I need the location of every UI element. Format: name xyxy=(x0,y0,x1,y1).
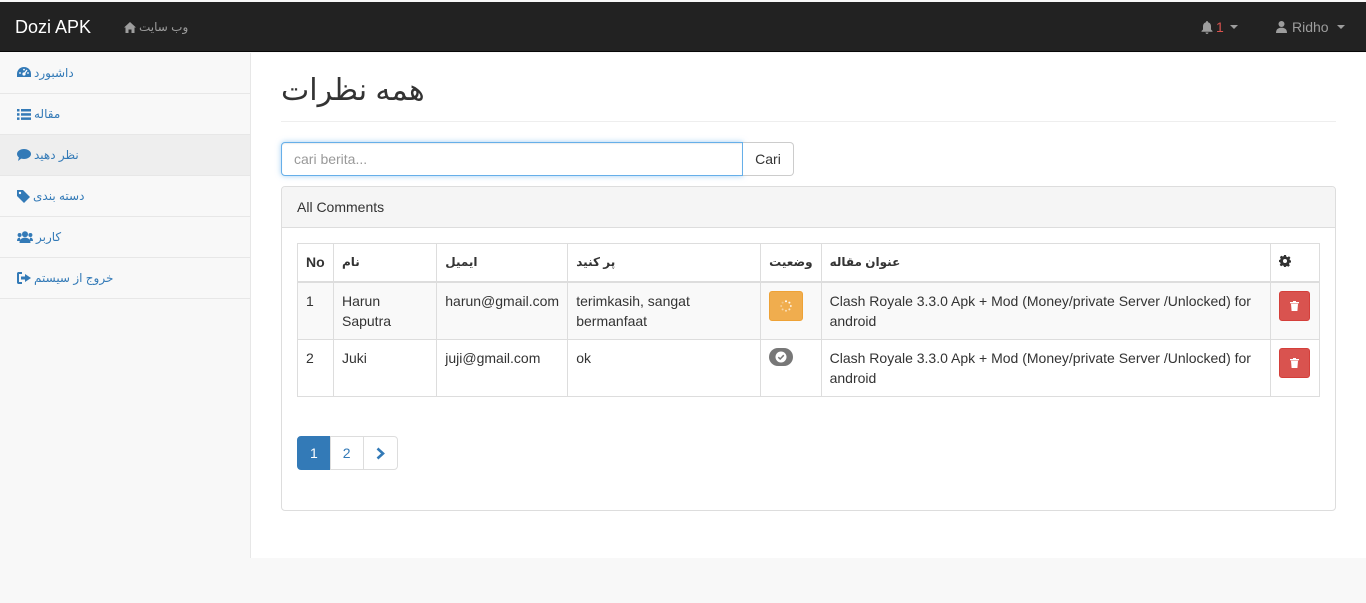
sidebar-item-dashboard[interactable]: داشبورد xyxy=(0,53,250,94)
column-header-status: وضعیت xyxy=(760,243,822,283)
comments-panel: All Comments No نام ایمیل پر کنید وضعیت … xyxy=(281,186,1336,511)
list-icon xyxy=(17,108,31,120)
website-link[interactable]: وب سایت xyxy=(124,2,188,52)
comments-table: No نام ایمیل پر کنید وضعیت عنوان مقاله 1… xyxy=(297,243,1321,397)
top-navbar: Dozi APK وب سایت 1 Ridho xyxy=(0,2,1366,52)
cell-email: juji@gmail.com xyxy=(436,338,569,397)
status-approved-badge[interactable] xyxy=(769,347,794,366)
sidebar-item-logout[interactable]: خروج از سیستم xyxy=(0,258,250,299)
cell-email: harun@gmail.com xyxy=(436,281,569,340)
comment-icon xyxy=(17,149,31,161)
notifications-dropdown[interactable]: 1 xyxy=(1201,2,1238,52)
table-header-row: No نام ایمیل پر کنید وضعیت عنوان مقاله xyxy=(297,243,1321,283)
status-pending-button[interactable] xyxy=(769,290,804,321)
cell-article: Clash Royale 3.3.0 Apk + Mod (Money/priv… xyxy=(820,338,1271,397)
brand-logo[interactable]: Dozi APK xyxy=(15,2,91,52)
dashboard-icon xyxy=(17,67,31,77)
column-header-name: نام xyxy=(332,243,438,283)
cell-status xyxy=(760,338,822,397)
cell-status xyxy=(760,281,822,340)
column-header-actions xyxy=(1269,243,1321,283)
sidebar-item-label: نظر دهید xyxy=(34,148,79,162)
sidebar-item-comments[interactable]: نظر دهید xyxy=(0,135,250,176)
cell-name: Harun Saputra xyxy=(332,281,438,340)
gear-icon xyxy=(1278,254,1291,267)
page-title: همه نظرات xyxy=(281,74,425,107)
pagination: 1 2 xyxy=(297,436,398,470)
sidebar-item-label: داشبورد xyxy=(34,66,74,80)
page-link-2[interactable]: 2 xyxy=(329,436,364,470)
title-divider xyxy=(281,121,1336,122)
chevron-down-icon xyxy=(1229,25,1238,29)
tag-icon xyxy=(17,189,30,203)
cell-no: 1 xyxy=(297,281,334,340)
search-input[interactable] xyxy=(281,142,743,176)
search-button[interactable]: Cari xyxy=(743,142,794,176)
trash-icon xyxy=(1289,300,1299,311)
sidebar-item-users[interactable]: کاربر xyxy=(0,217,250,258)
users-icon xyxy=(17,231,33,243)
cell-comment: terimkasih, sangat bermanfaat xyxy=(567,281,762,340)
user-dropdown[interactable]: Ridho xyxy=(1276,2,1345,52)
panel-heading: All Comments xyxy=(282,187,1335,228)
page-link-1[interactable]: 1 xyxy=(297,436,331,470)
user-icon xyxy=(1276,21,1287,33)
cell-article: Clash Royale 3.3.0 Apk + Mod (Money/priv… xyxy=(820,281,1271,340)
sidebar-item-label: دسته بندی xyxy=(33,189,85,203)
column-header-no: No xyxy=(297,243,334,283)
sign-out-icon xyxy=(17,272,31,284)
next-page-button[interactable] xyxy=(362,436,398,470)
cell-no: 2 xyxy=(297,338,334,397)
chevron-right-icon xyxy=(376,447,385,459)
delete-button[interactable] xyxy=(1278,347,1310,378)
table-row: 1 Harun Saputra harun@gmail.com terimkas… xyxy=(297,281,1321,340)
column-header-comment: پر کنید xyxy=(567,243,762,283)
column-header-article: عنوان مقاله xyxy=(820,243,1271,283)
sidebar-item-label: خروج از سیستم xyxy=(34,271,114,285)
chevron-down-icon xyxy=(1336,25,1345,29)
sidebar-item-articles[interactable]: مقاله xyxy=(0,94,250,135)
sidebar: داشبورد مقاله نظر دهید دسته بندی کاربر خ… xyxy=(0,53,251,558)
page-wrapper: همه نظرات Cari All Comments No نام ایمیل… xyxy=(251,53,1366,558)
column-header-email: ایمیل xyxy=(436,243,569,283)
user-name: Ridho xyxy=(1292,19,1329,35)
notification-count: 1 xyxy=(1216,19,1224,35)
bell-icon xyxy=(1201,20,1213,34)
delete-button[interactable] xyxy=(1278,290,1310,321)
sidebar-item-categories[interactable]: دسته بندی xyxy=(0,176,250,217)
cell-actions xyxy=(1269,338,1321,397)
spinner-icon xyxy=(780,299,792,312)
cell-name: Juki xyxy=(332,338,438,397)
cell-comment: ok xyxy=(567,338,762,397)
sidebar-item-label: مقاله xyxy=(34,107,61,121)
trash-icon xyxy=(1289,357,1299,368)
check-circle-icon xyxy=(775,351,787,362)
sidebar-item-label: کاربر xyxy=(36,230,62,244)
table-row: 2 Juki juji@gmail.com ok Clash Royale 3.… xyxy=(297,338,1321,397)
home-icon xyxy=(124,21,136,33)
website-link-label: وب سایت xyxy=(139,20,189,34)
cell-actions xyxy=(1269,281,1321,340)
